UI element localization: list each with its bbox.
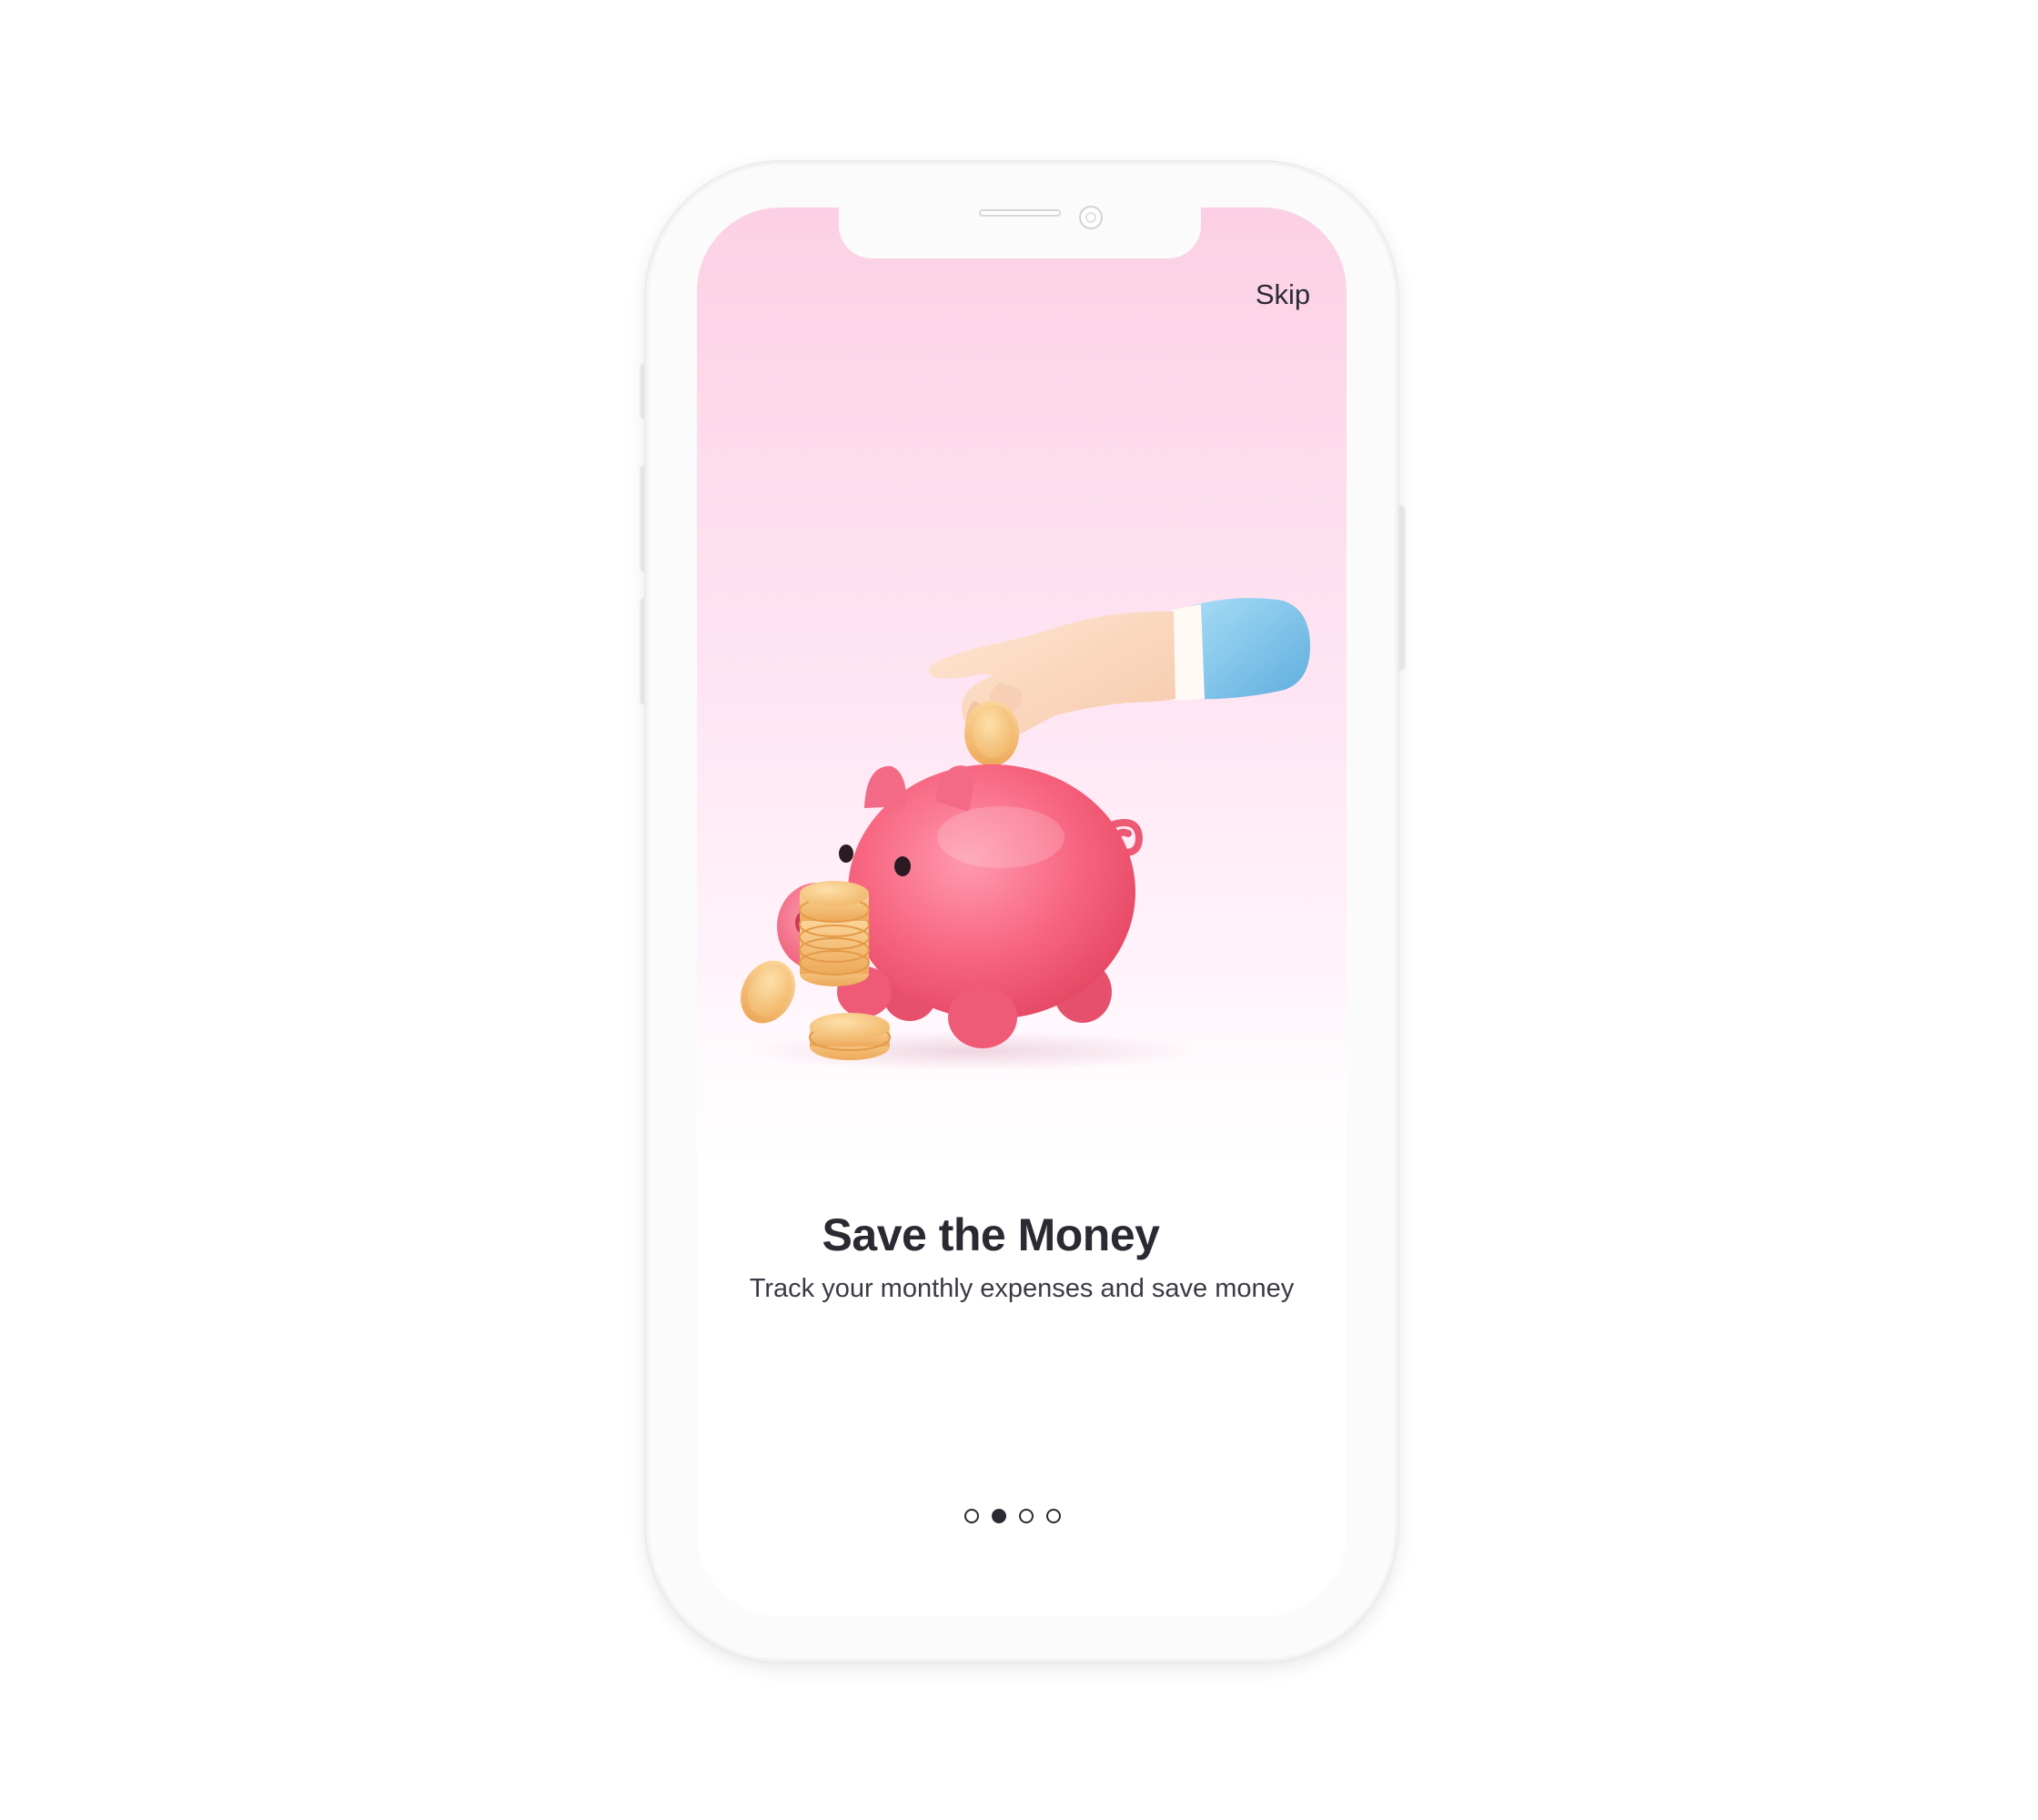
piggy-bank-illustration xyxy=(741,598,1310,1071)
coin-pile-icon xyxy=(809,1013,891,1060)
power-button xyxy=(1397,506,1405,670)
page-title: Save the Money xyxy=(822,1209,1160,1260)
skip-button[interactable]: Skip xyxy=(1237,278,1328,311)
front-camera-icon xyxy=(1079,206,1103,229)
coin-icon xyxy=(964,701,1019,766)
pagination-dot[interactable] xyxy=(1046,1509,1061,1523)
pagination-dot[interactable] xyxy=(964,1509,979,1523)
page-subtitle: Track your monthly expenses and save mon… xyxy=(749,1274,1295,1303)
pagination-dot[interactable] xyxy=(1019,1509,1034,1523)
coin-stack-icon xyxy=(799,881,870,986)
speaker-grille xyxy=(979,209,1061,217)
pagination-dot[interactable] xyxy=(992,1509,1006,1523)
canvas: Skip Save the Money Track your monthly e… xyxy=(0,0,2038,1820)
coin-icon xyxy=(741,960,795,1024)
pagination-dots xyxy=(964,1505,1083,1527)
